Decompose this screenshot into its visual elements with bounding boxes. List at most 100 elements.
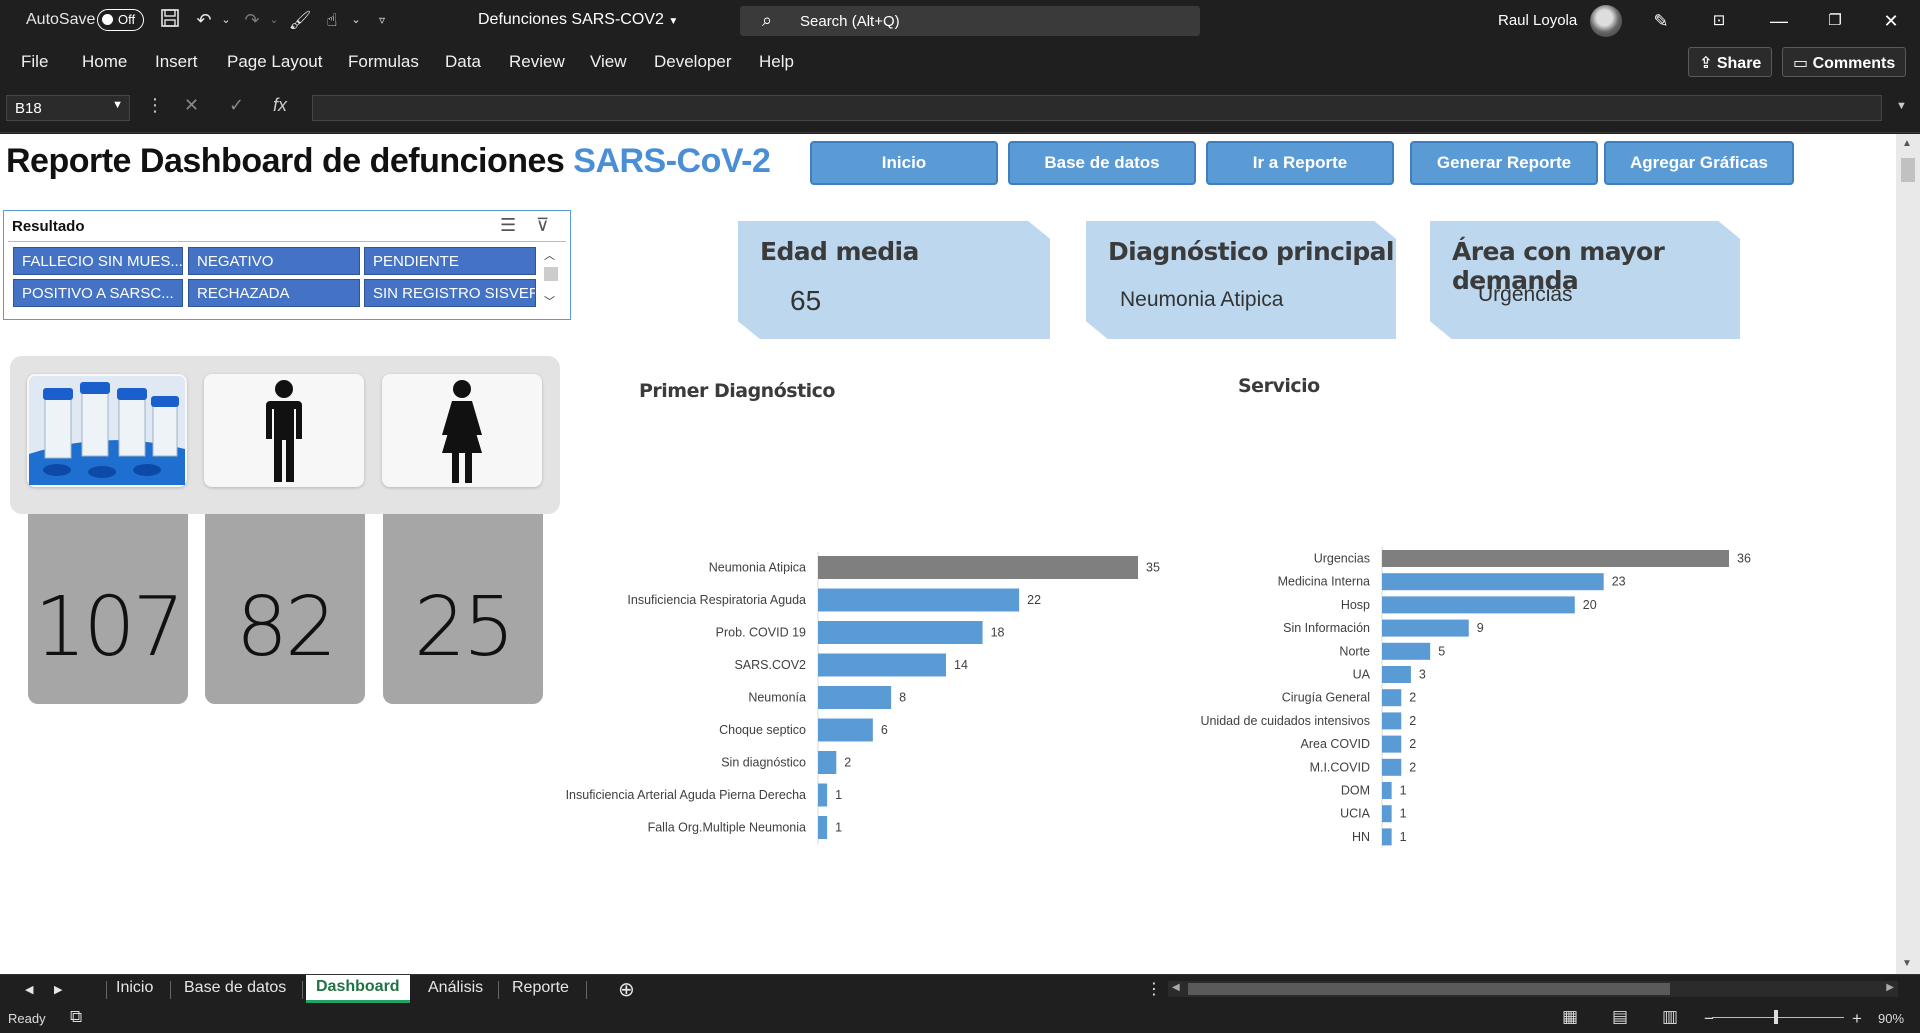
next-sheet-icon[interactable]: ▶ (54, 983, 62, 996)
name-box[interactable]: B18 ▼ (6, 95, 130, 121)
tab-developer[interactable]: Developer (654, 52, 732, 72)
add-sheet-icon[interactable]: ⊕ (618, 977, 635, 1002)
tab-review[interactable]: Review (509, 52, 565, 72)
slicer-item-positivo[interactable]: POSITIVO A SARSC... (13, 279, 183, 307)
scroll-down-icon[interactable]: ▼ (1902, 958, 1912, 969)
slicer-scroll-thumb[interactable] (544, 267, 558, 281)
category-label: Choque septico (719, 723, 806, 737)
customize-toolbar-icon[interactable]: ▿ (370, 8, 394, 32)
ribbon-display-icon[interactable]: ⊡ (1704, 8, 1734, 34)
tab-data[interactable]: Data (445, 52, 481, 72)
sheet-tabs-bar: ◀ ▶ Inicio Base de datos Dashboard Análi… (0, 974, 1920, 1003)
zoom-in-icon[interactable]: + (1852, 1009, 1862, 1029)
female-figure-box (382, 374, 542, 487)
prev-sheet-icon[interactable]: ◀ (25, 983, 33, 996)
search-placeholder: Search (Alt+Q) (800, 13, 900, 30)
female-icon (442, 380, 482, 483)
multi-select-icon[interactable]: ☰ (500, 215, 516, 236)
zoom-slider-thumb[interactable] (1774, 1010, 1778, 1024)
page-break-view-icon[interactable]: ▥ (1662, 1007, 1678, 1027)
slicer-item-sin-registro[interactable]: SIN REGISTRO SISVER (364, 279, 536, 307)
insert-function-icon[interactable]: fx (273, 95, 287, 116)
data-label: 9 (1477, 621, 1484, 635)
zoom-level[interactable]: 90% (1878, 1011, 1904, 1026)
chart-bar (818, 588, 1020, 612)
sheet-area[interactable]: Reporte Dashboard de defunciones SARS-Co… (0, 134, 1896, 974)
touch-dropdown-icon[interactable]: ⌄ (344, 8, 368, 32)
vertical-scroll-thumb[interactable] (1901, 158, 1915, 182)
zoom-slider[interactable] (1712, 1017, 1844, 1018)
comments-button[interactable]: ▭ Comments (1782, 47, 1907, 77)
agregar-graficas-button[interactable]: Agregar Gráficas (1604, 141, 1794, 185)
sheet-tab-reporte[interactable]: Reporte (512, 979, 569, 997)
total-count-box: 107 (28, 514, 188, 704)
sheet-tab-base-datos[interactable]: Base de datos (184, 979, 286, 997)
formula-input[interactable] (312, 95, 1882, 121)
inicio-button[interactable]: Inicio (810, 141, 998, 185)
scroll-right-icon[interactable]: ▶ (1886, 982, 1894, 993)
undo-dropdown-icon[interactable]: ⌄ (214, 8, 238, 32)
page-layout-view-icon[interactable]: ▤ (1612, 1007, 1628, 1027)
status-text: Ready (8, 1011, 46, 1026)
touch-mode-icon[interactable]: ☝ (320, 8, 344, 32)
restore-icon[interactable]: ❐ (1820, 8, 1850, 34)
document-title[interactable]: Defunciones SARS-COV2 ▼ (478, 11, 678, 29)
autosave-toggle[interactable]: Off (97, 9, 144, 31)
sheet-tab-inicio[interactable]: Inicio (116, 979, 153, 997)
clear-filter-icon[interactable]: ⊽ (536, 215, 549, 236)
tab-page-layout[interactable]: Page Layout (227, 52, 322, 72)
redo-icon[interactable]: ↷ (240, 8, 264, 32)
slicer-item-negativo[interactable]: NEGATIVO (188, 247, 360, 275)
horizontal-scrollbar[interactable]: ◀ ▶ (1168, 981, 1898, 997)
zoom-out-icon[interactable]: − (1704, 1009, 1714, 1029)
avatar[interactable] (1590, 5, 1622, 37)
chart-bar (1382, 596, 1575, 614)
cancel-entry-icon[interactable]: ✕ (184, 95, 199, 116)
resultado-slicer[interactable]: Resultado ☰ ⊽ FALLECIO SIN MUES... NEGAT… (3, 210, 571, 320)
base-datos-button[interactable]: Base de datos (1008, 141, 1196, 185)
search-box[interactable]: ⌕ Search (Alt+Q) (740, 6, 1200, 36)
slicer-scrollbar[interactable]: ︿ ﹀ (541, 247, 559, 311)
minimize-icon[interactable]: — (1764, 8, 1794, 34)
slicer-item-fallecio[interactable]: FALLECIO SIN MUES... (13, 247, 183, 275)
tab-insert[interactable]: Insert (155, 52, 198, 72)
redo-dropdown-icon[interactable]: ⌄ (262, 8, 286, 32)
normal-view-icon[interactable]: ▦ (1562, 1007, 1578, 1027)
data-label: 1 (835, 821, 842, 835)
chart-title-servicio: Servicio (1238, 375, 1320, 397)
undo-icon[interactable]: ↶ (192, 8, 216, 32)
category-label: Insuficiencia Arterial Aguda Pierna Dere… (566, 788, 806, 802)
chart-bar (818, 621, 983, 644)
format-painter-icon[interactable]: 🖌 (288, 8, 312, 32)
accessibility-icon[interactable]: ⧉ (70, 1007, 82, 1027)
scroll-up-icon[interactable]: ▲ (1902, 138, 1912, 149)
sheet-tab-analisis[interactable]: Análisis (428, 979, 483, 997)
pen-icon[interactable]: ✎ (1646, 8, 1676, 34)
close-icon[interactable]: ✕ (1876, 8, 1906, 34)
share-button[interactable]: ⇪ Share (1688, 47, 1773, 77)
slicer-item-rechazada[interactable]: RECHAZADA (188, 279, 360, 307)
tab-file[interactable]: File (21, 52, 48, 72)
horizontal-scroll-thumb[interactable] (1188, 983, 1670, 995)
user-name[interactable]: Raul Loyola (1498, 12, 1577, 29)
slicer-item-pendiente[interactable]: PENDIENTE (364, 247, 536, 275)
save-icon[interactable] (158, 8, 182, 32)
tab-home[interactable]: Home (82, 52, 127, 72)
vertical-scrollbar[interactable]: ▲ ▼ (1896, 134, 1920, 974)
tab-help[interactable]: Help (759, 52, 794, 72)
tab-formulas[interactable]: Formulas (348, 52, 419, 72)
ir-a-reporte-button[interactable]: Ir a Reporte (1206, 141, 1394, 185)
sheet-tab-dashboard[interactable]: Dashboard (306, 975, 410, 1003)
tab-view[interactable]: View (590, 52, 627, 72)
more-options-icon[interactable]: ⋮ (146, 95, 164, 116)
confirm-entry-icon[interactable]: ✓ (229, 95, 244, 116)
chevron-up-icon[interactable]: ︿ (544, 247, 555, 263)
generar-reporte-button[interactable]: Generar Reporte (1410, 141, 1598, 185)
expand-formula-icon[interactable]: ▼ (1896, 100, 1907, 112)
chevron-down-icon[interactable]: ﹀ (544, 293, 555, 309)
kpi-area-mayor-demanda: Área con mayor demanda Urgencias (1430, 221, 1740, 339)
more-options-icon[interactable]: ⋮ (1146, 979, 1162, 999)
category-label: UA (1353, 668, 1371, 682)
category-label: Medicina Interna (1278, 575, 1370, 589)
scroll-left-icon[interactable]: ◀ (1172, 982, 1180, 993)
